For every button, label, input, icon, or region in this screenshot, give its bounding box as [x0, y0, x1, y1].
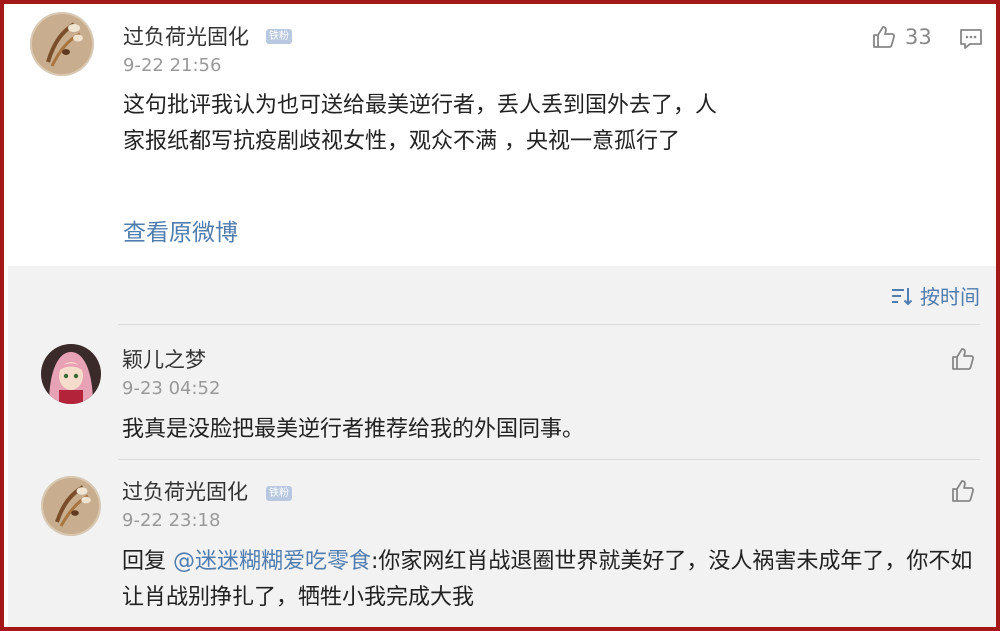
comment-text: 我真是没脸把最美逆行者推荐给我的外国同事。: [122, 417, 585, 442]
like-count: 33: [905, 25, 932, 49]
username[interactable]: 颖儿之梦: [122, 344, 206, 374]
divider: [118, 459, 980, 460]
divider: [118, 324, 980, 325]
username[interactable]: 过负荷光固化: [122, 476, 248, 506]
comment-item: 颖儿之梦 9-23 04:52 我真是没脸把最美逆行者推荐给我的外国同事。: [8, 334, 996, 459]
like-button[interactable]: [950, 346, 976, 372]
like-button[interactable]: 33: [871, 24, 932, 50]
comments-section: 按时间 颖儿之梦 9-23 04:52 我真是没脸把最美逆行者推荐给我的外国同事…: [8, 266, 996, 627]
comment-button[interactable]: [958, 26, 984, 52]
mention-link[interactable]: @迷迷糊糊爱吃零食: [173, 549, 371, 574]
sort-button[interactable]: 按时间: [890, 281, 980, 310]
like-button[interactable]: [950, 478, 976, 504]
thumbs-up-icon: [952, 480, 975, 502]
comment-text: 回复 @迷迷糊糊爱吃零食:你家网红肖战退圈世界就美好了，没人祸害未成年了，你不如…: [122, 544, 982, 616]
avatar[interactable]: [41, 344, 101, 404]
sort-icon: [892, 287, 912, 305]
main-post: 过负荷光固化 铁粉 9-22 21:56 33 这句批评我认为也可送给最美逆行者…: [8, 8, 996, 266]
username[interactable]: 过负荷光固化: [123, 21, 249, 51]
reply-prefix: 回复: [122, 549, 173, 574]
comment-item: 过负荷光固化 铁粉 9-22 23:18 回复 @迷迷糊糊爱吃零食:你家网红肖战…: [8, 466, 996, 627]
avatar[interactable]: [30, 12, 94, 76]
timestamp: 9-23 04:52: [122, 378, 221, 399]
timestamp: 9-22 21:56: [123, 55, 222, 76]
screenshot-frame: 过负荷光固化 铁粉 9-22 21:56 33 这句批评我认为也可送给最美逆行者…: [0, 0, 1000, 631]
avatar[interactable]: [41, 476, 101, 536]
post-text: 这句批评我认为也可送给最美逆行者，丢人丢到国外去了，人家报纸都写抗疫剧歧视女性，…: [123, 93, 718, 154]
thumbs-up-icon: [873, 26, 896, 48]
thumbs-up-icon: [952, 348, 975, 370]
fan-badge: 铁粉: [266, 29, 292, 44]
view-original-link[interactable]: 查看原微博: [123, 213, 238, 247]
fan-badge: 铁粉: [266, 486, 292, 501]
comment-icon: [960, 29, 982, 49]
sort-label: 按时间: [920, 285, 980, 309]
timestamp: 9-22 23:18: [122, 510, 221, 531]
